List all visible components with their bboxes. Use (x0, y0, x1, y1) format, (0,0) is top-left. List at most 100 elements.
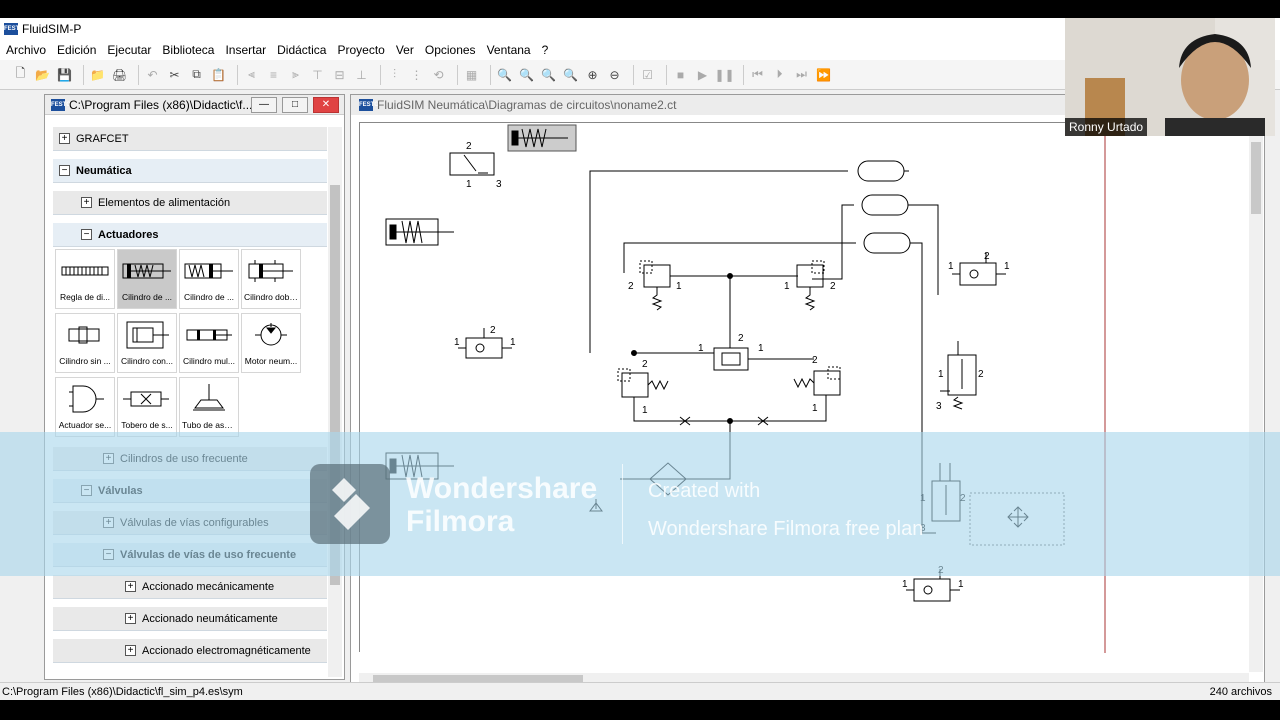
component-cilindro-simple[interactable]: Cilindro de ... (117, 249, 177, 309)
tree-item-grafcet[interactable]: + GRAFCET (53, 127, 327, 151)
tree-item-valvulas-configurables[interactable]: + Válvulas de vías configurables (53, 511, 327, 535)
menu-didactica[interactable]: Didáctica (277, 43, 326, 57)
print-icon[interactable]: 🖨 (111, 66, 128, 83)
vertical-scroll-thumb[interactable] (1251, 142, 1261, 214)
align-right-icon[interactable]: ⫸ (287, 66, 304, 83)
save-icon[interactable]: 💾 (56, 66, 73, 83)
pressure-valve-lower-left[interactable] (617, 368, 669, 398)
menu-help[interactable]: ? (542, 43, 549, 57)
component-cilindro-doble[interactable]: Cilindro dobl... (241, 249, 301, 309)
expand-icon[interactable]: + (103, 453, 114, 464)
align-left-icon[interactable]: ⫷ (243, 66, 260, 83)
cylinder-left[interactable] (385, 218, 454, 246)
zoom-in-icon[interactable]: ⊕ (584, 66, 601, 83)
valve-3-2-right[interactable] (940, 341, 977, 410)
menu-edicion[interactable]: Edición (57, 43, 96, 57)
component-regla[interactable]: Regla de di... (55, 249, 115, 309)
shuttle-valve-left[interactable] (458, 328, 512, 359)
distribute-horizontal-icon[interactable]: ⫶ (386, 66, 403, 83)
tree-item-actuadores[interactable]: − Actuadores (53, 223, 327, 247)
new-file-icon[interactable]: 🗋 (12, 66, 29, 83)
play-icon[interactable]: ▶ (694, 66, 711, 83)
library-scrollbar[interactable] (328, 127, 342, 677)
tree-item-cilindros-uso-frecuente[interactable]: + Cilindros de uso frecuente (53, 447, 327, 471)
diagram-vertical-scrollbar[interactable] (1249, 122, 1263, 672)
cut-icon[interactable]: ✂ (166, 66, 183, 83)
menu-ver[interactable]: Ver (396, 43, 414, 57)
open-folder-icon[interactable]: 📂 (34, 66, 51, 83)
menu-ventana[interactable]: Ventana (487, 43, 531, 57)
align-bottom-icon[interactable]: ⊥ (353, 66, 370, 83)
menu-opciones[interactable]: Opciones (425, 43, 476, 57)
tree-item-accionado-mecanicamente[interactable]: + Accionado mecánicamente (53, 575, 327, 599)
selection-box[interactable] (969, 492, 1065, 546)
dual-pressure-valve[interactable] (713, 347, 749, 371)
tree-item-valvulas-uso-frecuente[interactable]: − Válvulas de vías de uso frecuente (53, 543, 327, 567)
align-center-icon[interactable]: ≡ (265, 66, 282, 83)
menu-ejecutar[interactable]: Ejecutar (107, 43, 151, 57)
expand-icon[interactable]: + (59, 133, 70, 144)
component-cilindro-con-guia[interactable]: Cilindro con... (117, 313, 177, 373)
shuttle-valve-right[interactable] (952, 253, 1006, 286)
zoom-window-icon[interactable]: 🔍 (540, 66, 557, 83)
expand-icon[interactable]: + (125, 645, 136, 656)
cylinder-top[interactable] (507, 124, 577, 152)
zoom-previous-icon[interactable]: 🔍 (562, 66, 579, 83)
zoom-out-icon[interactable]: ⊖ (606, 66, 623, 83)
component-tobera[interactable]: Tobero de s... (117, 377, 177, 437)
rotate-icon[interactable]: ⟲ (430, 66, 447, 83)
expand-icon[interactable]: + (125, 613, 136, 624)
valve-3-2-top[interactable] (449, 152, 495, 176)
step-icon[interactable]: ⏵ (771, 66, 788, 83)
align-top-icon[interactable]: ⊤ (309, 66, 326, 83)
step-forward-icon[interactable]: ⏭ (793, 66, 810, 83)
cylinder-lower-left[interactable] (385, 452, 454, 480)
collapse-icon[interactable]: − (81, 485, 92, 496)
menu-insertar[interactable]: Insertar (225, 43, 266, 57)
align-middle-icon[interactable]: ⊟ (331, 66, 348, 83)
circuit-canvas[interactable]: 2 1 3 1 1 2 2 1 1 2 1 1 2 2 1 2 1 1 1 2 … (359, 122, 1247, 653)
expand-icon[interactable]: + (103, 517, 114, 528)
valve-3-2-lower-right[interactable] (931, 463, 961, 522)
menu-proyecto[interactable]: Proyecto (337, 43, 384, 57)
tree-item-accionado-electromagneticamente[interactable]: + Accionado electromagnéticamente (53, 639, 327, 663)
collapse-icon[interactable]: − (103, 549, 114, 560)
maximize-button[interactable]: □ (282, 97, 308, 113)
tree-item-neumatica[interactable]: − Neumática (53, 159, 327, 183)
shuttle-valve-bottom-right[interactable] (906, 569, 960, 602)
expand-icon[interactable]: + (125, 581, 136, 592)
library-scroll-thumb[interactable] (330, 185, 340, 585)
zoom-fit-icon[interactable]: 🔍 (518, 66, 535, 83)
open-library-icon[interactable]: 📁 (89, 66, 106, 83)
reset-icon[interactable]: ⏮ (749, 66, 766, 83)
collapse-icon[interactable]: − (59, 165, 70, 176)
grid-icon[interactable]: ▦ (463, 66, 480, 83)
component-cilindro-sin-vastago[interactable]: Cilindro sin ... (55, 313, 115, 373)
copy-icon[interactable]: ⧉ (188, 66, 205, 83)
fast-forward-icon[interactable]: ⏩ (815, 66, 832, 83)
menu-biblioteca[interactable]: Biblioteca (162, 43, 214, 57)
check-drawing-icon[interactable]: ☑ (639, 66, 656, 83)
pressure-valve-lower-right[interactable] (793, 366, 841, 396)
expand-icon[interactable]: + (81, 197, 92, 208)
distribute-vertical-icon[interactable]: ⋮ (408, 66, 425, 83)
air-service-unit[interactable] (589, 462, 687, 512)
component-actuador-semigiro[interactable]: Actuador se... (55, 377, 115, 437)
pressure-valve-left[interactable] (639, 260, 671, 311)
component-motor-neumatico[interactable]: Motor neum... (241, 313, 301, 373)
menu-archivo[interactable]: Archivo (6, 43, 46, 57)
circuit-diagram[interactable]: 2 1 3 1 1 2 2 1 1 2 1 1 2 2 1 2 1 1 1 2 … (360, 123, 1247, 653)
close-button[interactable]: ✕ (313, 97, 339, 113)
tree-item-elementos-alimentacion[interactable]: + Elementos de alimentación (53, 191, 327, 215)
tree-item-accionado-neumaticamente[interactable]: + Accionado neumáticamente (53, 607, 327, 631)
component-tubo-aspiracion[interactable]: Tubo de asp... (179, 377, 239, 437)
stop-icon[interactable]: ■ (672, 66, 689, 83)
component-cilindro-retorno[interactable]: Cilindro de ... (179, 249, 239, 309)
pause-icon[interactable]: ❚❚ (714, 66, 734, 83)
undo-icon[interactable]: ↶ (144, 66, 161, 83)
collapse-icon[interactable]: − (81, 229, 92, 240)
paste-icon[interactable]: 📋 (210, 66, 227, 83)
tree-item-valvulas[interactable]: − Válvulas (53, 479, 327, 503)
pressure-valve-right[interactable] (796, 260, 825, 311)
component-cilindro-multi[interactable]: Cilindro mul... (179, 313, 239, 373)
